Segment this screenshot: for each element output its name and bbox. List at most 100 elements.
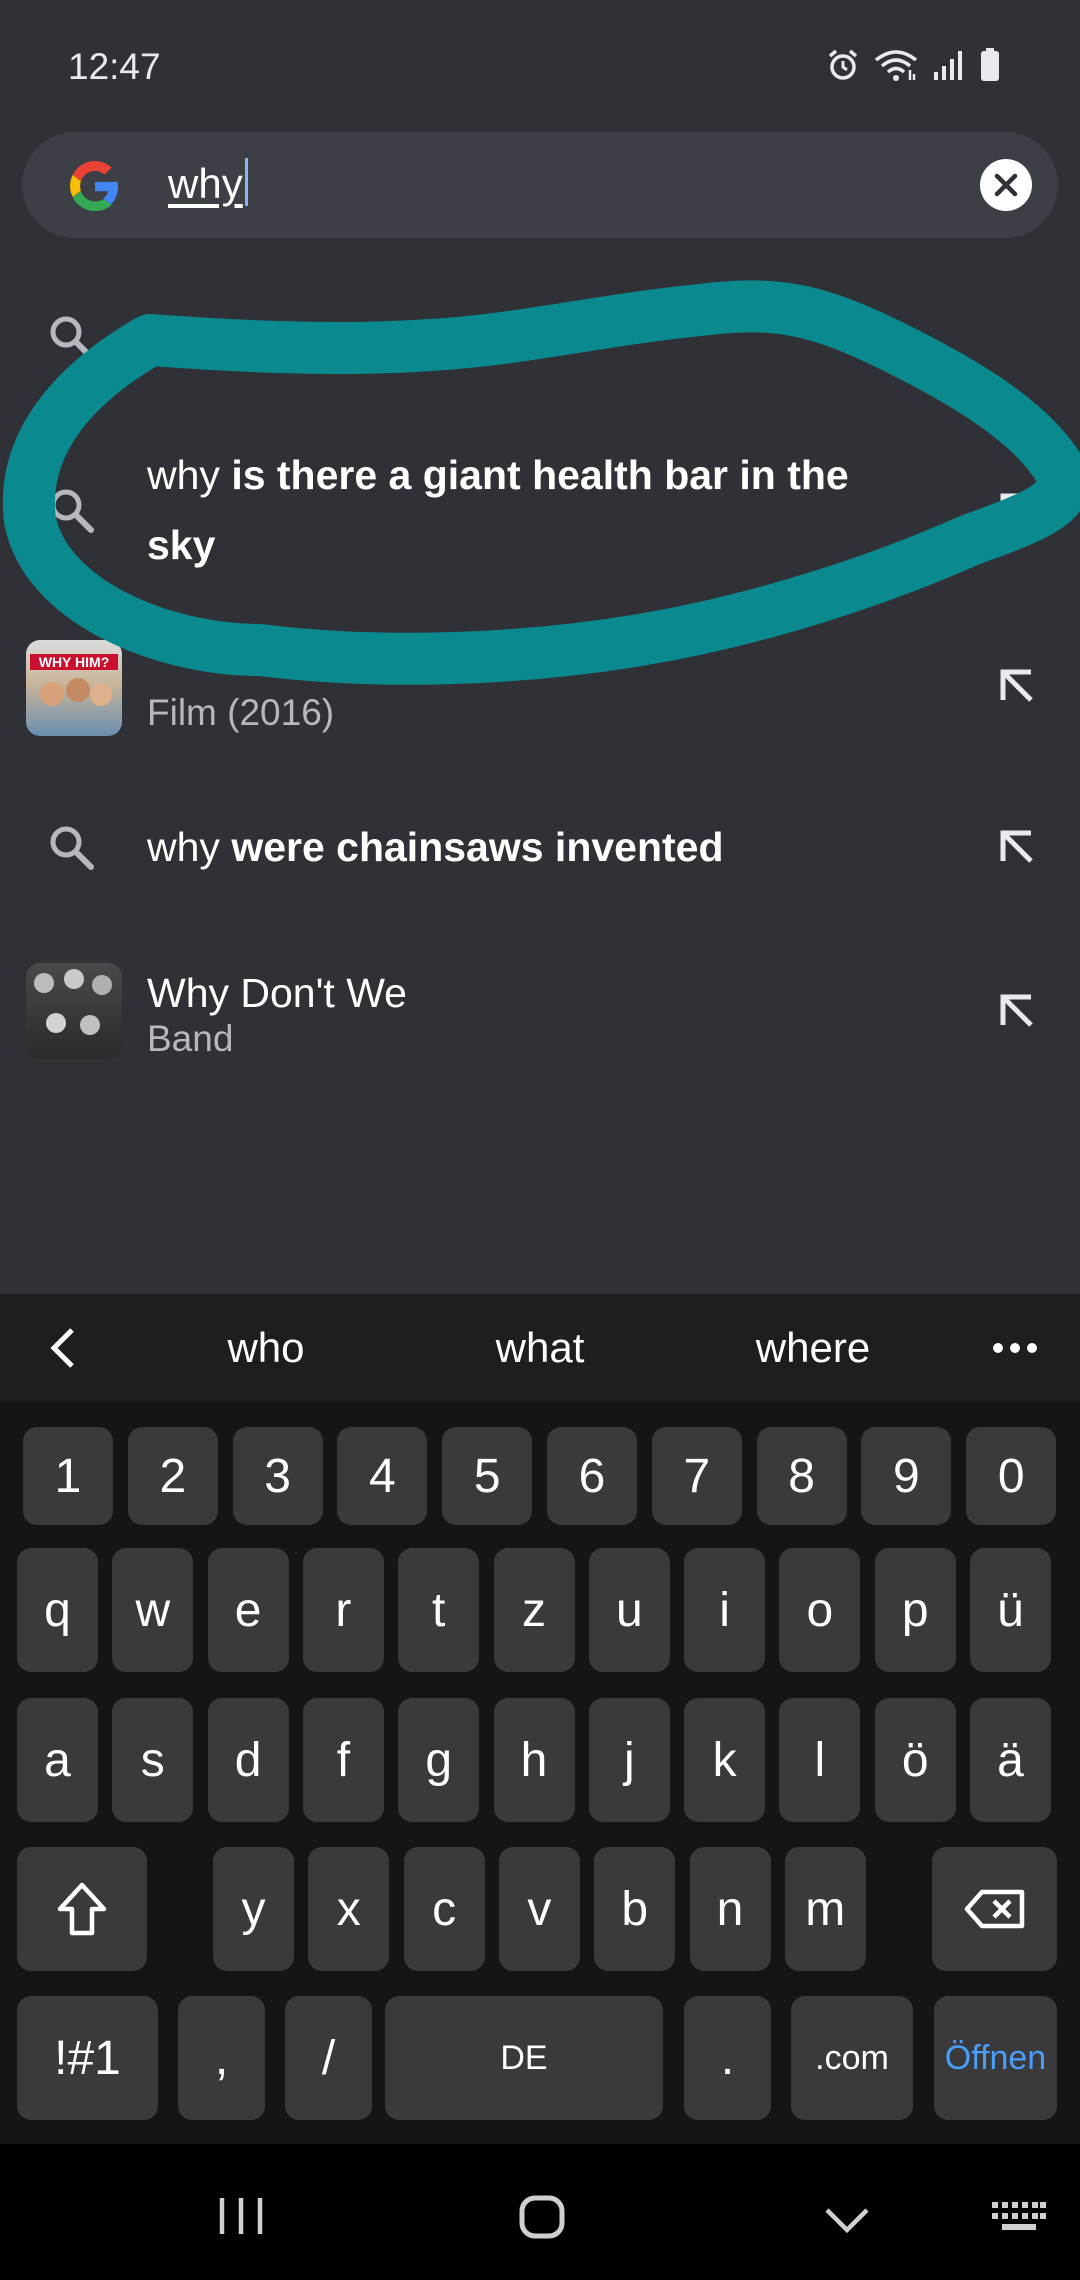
backspace-key[interactable]	[932, 1847, 1057, 1971]
poster-figure	[40, 682, 64, 706]
fill-query-arrow-icon[interactable]	[997, 666, 1037, 706]
suggestion-item[interactable]: Why Don't We Band	[0, 958, 1080, 1068]
fill-query-arrow-icon[interactable]	[997, 991, 1037, 1031]
wifi-icon	[874, 50, 918, 81]
key-g[interactable]: g	[398, 1698, 480, 1822]
key-l[interactable]: l	[779, 1698, 861, 1822]
key-o[interactable]: o	[779, 1548, 861, 1672]
key-k[interactable]: k	[684, 1698, 766, 1822]
key-w[interactable]: w	[112, 1548, 194, 1672]
key-ö[interactable]: ö	[874, 1698, 956, 1822]
search-icon	[50, 826, 94, 870]
fill-query-arrow-icon[interactable]	[997, 490, 1037, 530]
key-f[interactable]: f	[302, 1698, 384, 1822]
suggestion-text: why is there a giant health bar in the s…	[147, 452, 849, 568]
key-i[interactable]: i	[684, 1548, 766, 1672]
backspace-icon	[964, 1889, 1024, 1929]
fill-query-arrow-icon[interactable]	[997, 827, 1037, 867]
close-icon	[994, 173, 1018, 197]
period-key[interactable]: .	[684, 1996, 771, 2120]
status-bar: 12:47	[0, 0, 1080, 130]
key-v[interactable]: v	[498, 1847, 580, 1971]
signal-icon	[934, 51, 962, 80]
keyboard-suggestion-where[interactable]: where	[756, 1324, 870, 1372]
key-ä[interactable]: ä	[970, 1698, 1051, 1822]
search-bar[interactable]: why	[22, 132, 1058, 238]
key-2[interactable]: 2	[127, 1427, 218, 1525]
key-b[interactable]: b	[594, 1847, 676, 1971]
google-logo-icon	[70, 161, 119, 211]
key-u[interactable]: u	[588, 1548, 670, 1672]
slash-key[interactable]: /	[285, 1996, 372, 2120]
status-icons	[826, 48, 1000, 82]
navigation-bar	[0, 2144, 1080, 2280]
key-r[interactable]: r	[302, 1548, 384, 1672]
key-9[interactable]: 9	[861, 1427, 952, 1525]
key-y[interactable]: y	[213, 1847, 294, 1971]
key-s[interactable]: s	[112, 1698, 194, 1822]
key-4[interactable]: 4	[337, 1427, 428, 1525]
enter-key[interactable]: Öffnen	[934, 1996, 1057, 2120]
photo-figure	[80, 1015, 100, 1035]
key-d[interactable]: d	[207, 1698, 289, 1822]
key-ü[interactable]: ü	[970, 1548, 1051, 1672]
key-n[interactable]: n	[689, 1847, 771, 1971]
search-input[interactable]: why	[168, 158, 248, 208]
suggestion-subtitle: Band	[147, 1018, 234, 1059]
key-a[interactable]: a	[17, 1698, 98, 1822]
alarm-icon	[828, 49, 858, 80]
key-1[interactable]: 1	[23, 1427, 113, 1525]
home-icon[interactable]	[518, 2194, 566, 2240]
suggestion-item[interactable]: wh	[0, 290, 1080, 380]
key-7[interactable]: 7	[651, 1427, 742, 1525]
key-e[interactable]: e	[207, 1548, 289, 1672]
battery-icon	[981, 48, 999, 81]
key-q[interactable]: q	[17, 1548, 98, 1672]
key-5[interactable]: 5	[442, 1427, 533, 1525]
search-icon	[50, 316, 94, 360]
poster-figure	[90, 684, 112, 706]
shift-key[interactable]	[17, 1847, 147, 1971]
chevron-left-icon[interactable]	[48, 1326, 78, 1370]
photo-figure	[64, 969, 84, 989]
poster-figure	[66, 678, 90, 702]
key-h[interactable]: h	[493, 1698, 575, 1822]
photo-figure	[92, 975, 112, 995]
photo-figure	[34, 973, 54, 993]
comma-key[interactable]: ,	[178, 1996, 265, 2120]
clear-search-button[interactable]	[980, 159, 1032, 211]
poster-title: WHY HIM?	[30, 654, 118, 670]
keyboard-switch-icon[interactable]	[990, 2200, 1048, 2234]
symbols-key[interactable]: !#1	[17, 1996, 158, 2120]
key-z[interactable]: z	[493, 1548, 575, 1672]
dotcom-key[interactable]: .com	[791, 1996, 913, 2120]
more-icon[interactable]	[992, 1342, 1038, 1354]
suggestion-item[interactable]: why is there a giant health bar in the s…	[0, 440, 1080, 590]
status-time: 12:47	[68, 46, 161, 87]
key-3[interactable]: 3	[232, 1427, 323, 1525]
key-6[interactable]: 6	[547, 1427, 637, 1525]
key-p[interactable]: p	[874, 1548, 956, 1672]
key-m[interactable]: m	[784, 1847, 866, 1971]
recent-apps-icon[interactable]	[218, 2196, 264, 2236]
suggestion-subtitle: Film (2016)	[147, 692, 335, 733]
film-poster-thumbnail: WHY HIM?	[26, 640, 122, 736]
shift-icon	[57, 1882, 107, 1936]
key-8[interactable]: 8	[756, 1427, 847, 1525]
suggestion-text: why were chainsaws invented	[147, 824, 724, 870]
space-key[interactable]: DE	[385, 1996, 663, 2120]
hide-keyboard-icon[interactable]	[824, 2206, 870, 2234]
keyboard: who what where 1234567890 qwertzuiopü asdf…	[0, 1294, 1080, 2280]
band-photo-thumbnail	[26, 963, 122, 1059]
key-c[interactable]: c	[403, 1847, 485, 1971]
keyboard-suggestion-bar: who what where	[0, 1294, 1080, 1402]
key-x[interactable]: x	[308, 1847, 390, 1971]
keyboard-suggestion-what[interactable]: what	[496, 1324, 585, 1372]
key-t[interactable]: t	[398, 1548, 480, 1672]
suggestion-item[interactable]: why were chainsaws invented	[0, 800, 1080, 900]
keyboard-suggestion-who[interactable]: who	[227, 1324, 304, 1372]
search-query: why	[168, 160, 243, 207]
key-j[interactable]: j	[588, 1698, 670, 1822]
key-0[interactable]: 0	[966, 1427, 1057, 1525]
suggestion-item[interactable]: WHY HIM? Film (2016)	[0, 635, 1080, 745]
